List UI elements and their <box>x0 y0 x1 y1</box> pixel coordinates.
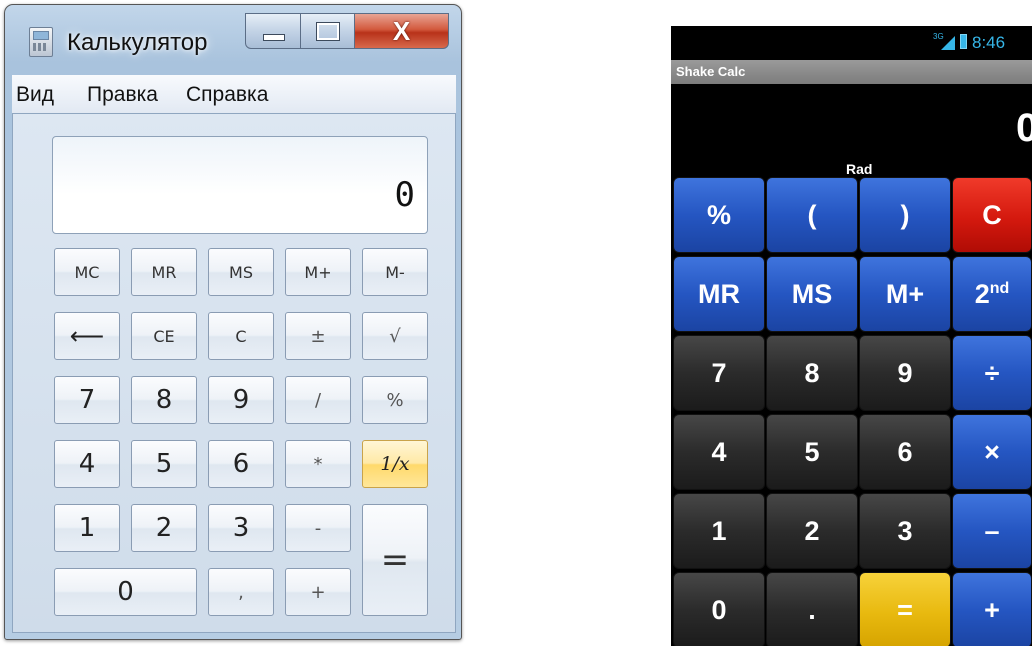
c-button[interactable]: C <box>208 312 274 360</box>
signal-icon <box>941 36 955 50</box>
digit-8-button[interactable]: 8 <box>131 376 197 424</box>
minimize-icon <box>263 34 285 41</box>
open-paren-button[interactable]: ( <box>766 177 858 253</box>
second-label: 2 <box>974 278 990 309</box>
m-minus-button[interactable]: M- <box>362 248 428 296</box>
menu-bar: Вид Правка Справка <box>12 75 456 114</box>
display-value: 0 <box>1016 106 1032 150</box>
add-button[interactable]: + <box>285 568 351 616</box>
multiply-button[interactable]: × <box>952 414 1032 490</box>
m-plus-button[interactable]: M+ <box>285 248 351 296</box>
close-button[interactable]: X <box>355 13 449 49</box>
maximize-button[interactable] <box>301 13 355 49</box>
digit-1-button[interactable]: 1 <box>673 493 765 569</box>
digit-9-button[interactable]: 9 <box>859 335 951 411</box>
second-suffix: nd <box>989 280 1010 297</box>
ms-button[interactable]: MS <box>208 248 274 296</box>
plus-minus-button[interactable]: ± <box>285 312 351 360</box>
windows-calculator-window: Калькулятор X Вид Правка Справка 0 MC MR… <box>4 4 462 640</box>
digit-5-button[interactable]: 5 <box>766 414 858 490</box>
digit-3-button[interactable]: 3 <box>208 504 274 552</box>
multiply-button[interactable]: * <box>285 440 351 488</box>
digit-7-button[interactable]: 7 <box>54 376 120 424</box>
mc-button[interactable]: MC <box>54 248 120 296</box>
action-bar: Shake Calc <box>671 60 1032 84</box>
digit-0-button[interactable]: 0 <box>673 572 765 646</box>
second-function-button[interactable]: 2nd <box>952 256 1032 332</box>
digit-3-button[interactable]: 3 <box>859 493 951 569</box>
menu-edit[interactable]: Правка <box>87 83 158 107</box>
digit-4-button[interactable]: 4 <box>54 440 120 488</box>
percent-button[interactable]: % <box>673 177 765 253</box>
digit-4-button[interactable]: 4 <box>673 414 765 490</box>
percent-button[interactable]: % <box>362 376 428 424</box>
backspace-button[interactable]: ⟵ <box>54 312 120 360</box>
digit-2-button[interactable]: 2 <box>766 493 858 569</box>
divide-button[interactable]: ÷ <box>952 335 1032 411</box>
digit-6-button[interactable]: 6 <box>859 414 951 490</box>
android-calculator-screen: 3G 8:46 Shake Calc 0 Rad % ( ) C MR MS M… <box>671 26 1032 646</box>
decimal-button[interactable]: , <box>208 568 274 616</box>
equals-button[interactable]: = <box>859 572 951 646</box>
ce-button[interactable]: CE <box>131 312 197 360</box>
display-value: 0 <box>394 175 415 215</box>
title-bar[interactable]: Калькулятор X <box>5 5 461 71</box>
close-icon: X <box>392 16 411 46</box>
add-button[interactable]: + <box>952 572 1032 646</box>
subtract-button[interactable]: – <box>952 493 1032 569</box>
window-title: Калькулятор <box>67 29 208 56</box>
decimal-button[interactable]: . <box>766 572 858 646</box>
sqrt-button[interactable]: √ <box>362 312 428 360</box>
reciprocal-button[interactable]: 1/x <box>362 440 428 488</box>
digit-6-button[interactable]: 6 <box>208 440 274 488</box>
subtract-button[interactable]: - <box>285 504 351 552</box>
maximize-icon <box>316 22 340 41</box>
digit-0-button[interactable]: 0 <box>54 568 197 616</box>
app-title: Shake Calc <box>676 64 746 79</box>
ms-button[interactable]: MS <box>766 256 858 332</box>
close-paren-button[interactable]: ) <box>859 177 951 253</box>
clear-button[interactable]: C <box>952 177 1032 253</box>
battery-icon <box>960 34 967 49</box>
digit-5-button[interactable]: 5 <box>131 440 197 488</box>
menu-view[interactable]: Вид <box>16 83 54 107</box>
digit-9-button[interactable]: 9 <box>208 376 274 424</box>
minimize-button[interactable] <box>245 13 301 49</box>
display: 0 <box>52 136 428 234</box>
digit-2-button[interactable]: 2 <box>131 504 197 552</box>
status-time: 8:46 <box>972 33 1006 52</box>
equals-button[interactable]: = <box>362 504 428 616</box>
status-bar: 3G 8:46 <box>671 26 1032 59</box>
digit-1-button[interactable]: 1 <box>54 504 120 552</box>
menu-help[interactable]: Справка <box>186 83 268 107</box>
digit-8-button[interactable]: 8 <box>766 335 858 411</box>
calculator-body: 0 MC MR MS M+ M- ⟵ CE C ± √ 7 8 9 / % 4 … <box>12 113 456 633</box>
mr-button[interactable]: MR <box>673 256 765 332</box>
mr-button[interactable]: MR <box>131 248 197 296</box>
divide-button[interactable]: / <box>285 376 351 424</box>
digit-7-button[interactable]: 7 <box>673 335 765 411</box>
calculator-icon <box>29 27 53 57</box>
angle-mode-label: Rad <box>846 161 873 177</box>
m-plus-button[interactable]: M+ <box>859 256 951 332</box>
